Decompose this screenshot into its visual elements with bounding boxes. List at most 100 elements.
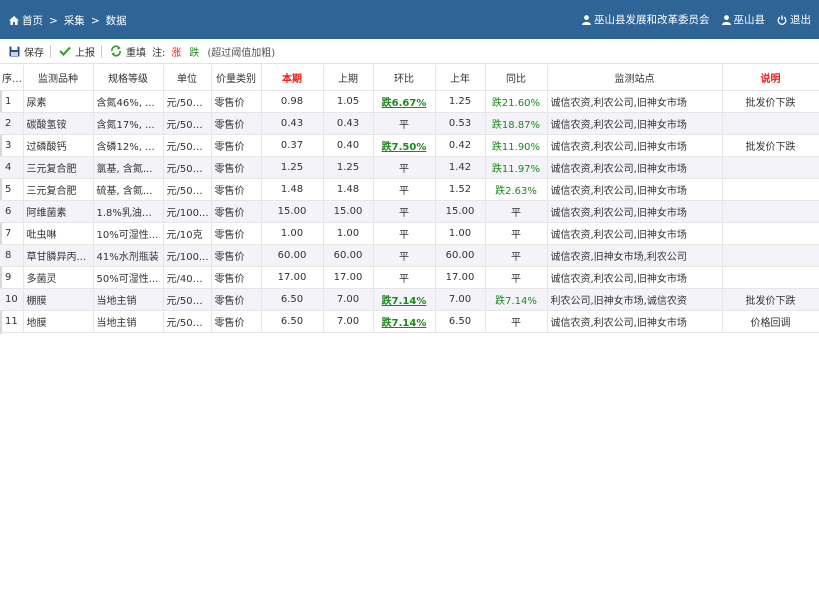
table-row[interactable]: 1 尿素 含氮46%, ... 元/500克 零售价 0.98 1.05 跌6.67% 1.25…	[0, 90, 819, 113]
logout-button[interactable]: 退出	[777, 12, 811, 27]
cell-current[interactable]: 17.00	[261, 266, 324, 289]
col-header-site: 监测站点	[547, 65, 723, 91]
table-body: 1 尿素 含氮46%, ... 元/500克 零售价 0.98 1.05 跌6.67% 1.25…	[0, 90, 819, 333]
table-row[interactable]: 4 三元复合肥 氯基, 含氮... 元/500克 零售价 1.25 1.25 平 1.42 跌11…	[0, 156, 819, 179]
cell-unit-text: 元/400克	[166, 273, 209, 285]
cell-unit: 元/500克	[163, 90, 212, 113]
cell-last-year-text: 6.50	[448, 315, 472, 327]
cell-current[interactable]: 60.00	[261, 244, 324, 267]
cell-no: 5	[0, 178, 24, 201]
table-row[interactable]: 3 过磷酸钙 含磷12%, ... 元/500克 零售价 0.37 0.40 跌7.50% 0.…	[0, 134, 819, 157]
cell-spec: 1.8%乳油瓶装	[93, 200, 164, 223]
cell-category: 零售价	[211, 266, 262, 289]
cell-current[interactable]: 0.98	[261, 90, 324, 113]
cell-current-text: 0.43	[280, 117, 304, 129]
cell-category: 零售价	[211, 200, 262, 223]
cell-spec: 硫基, 含氮...	[93, 178, 164, 201]
save-button[interactable]: 保存	[9, 44, 44, 59]
cell-yoy: 跌11.97%	[485, 156, 548, 179]
legend-hint: (超过阈值加粗)	[207, 47, 276, 59]
cell-name-text: 过磷酸钙	[26, 141, 67, 153]
cell-note[interactable]	[722, 266, 819, 289]
cell-no: 7	[0, 222, 24, 245]
county-user[interactable]: 巫山县	[721, 12, 765, 27]
cell-no-text: 7	[5, 227, 12, 239]
cell-site-text: 诚信农资,利农公司,旧神女市场	[550, 185, 687, 197]
legend-note: 注: 涨 跌 (超过阈值加粗)	[152, 44, 275, 59]
breadcrumb-collect[interactable]: 采集	[64, 13, 85, 28]
cell-previous: 0.40	[323, 134, 374, 157]
cell-no-text: 3	[5, 139, 12, 151]
cell-mom: 平	[373, 266, 436, 289]
cell-previous: 15.00	[323, 200, 374, 223]
cell-note[interactable]	[722, 156, 819, 179]
cell-name: 碳酸氢铵	[23, 112, 94, 135]
price-table: 序号 监测品种 规格等级 单位 价量类别 本期 上期 环比 上年 同比 监测站点…	[0, 65, 819, 333]
breadcrumb-home[interactable]: 首页	[22, 13, 43, 28]
cell-unit-text: 元/500克	[166, 185, 209, 197]
cell-note[interactable]	[722, 112, 819, 135]
cell-note[interactable]: 批发价下跌	[722, 288, 819, 311]
cell-current[interactable]: 1.25	[261, 156, 324, 179]
cell-note[interactable]	[722, 200, 819, 223]
user-icon	[721, 14, 731, 25]
org-user[interactable]: 巫山县发展和改革委员会	[582, 12, 710, 27]
cell-name: 阿维菌素	[23, 200, 94, 223]
cell-last-year: 6.50	[435, 310, 486, 333]
cell-note[interactable]: 批发价下跌	[722, 90, 819, 113]
legend-rise: 涨	[171, 47, 182, 59]
table-row[interactable]: 10 棚膜 当地主销 元/500克 零售价 6.50 7.00 跌7.14% 7.00 跌7.14…	[0, 288, 819, 311]
cell-site: 诚信农资,利农公司,旧神女市场	[547, 200, 723, 223]
cell-unit-text: 元/500克	[166, 317, 209, 329]
table-row[interactable]: 7 吡虫啉 10%可湿性... 元/10克 零售价 1.00 1.00 平 1.00 平 诚信农资,…	[0, 222, 819, 245]
submit-button[interactable]: 上报	[59, 44, 95, 59]
cell-current[interactable]: 15.00	[261, 200, 324, 223]
cell-yoy-text: 跌18.87%	[491, 119, 541, 131]
cell-note[interactable]: 价格回调	[722, 310, 819, 333]
cell-no: 3	[0, 134, 24, 157]
cell-name-text: 碳酸氢铵	[26, 119, 67, 131]
cell-current[interactable]: 1.48	[261, 178, 324, 201]
col-header-previous: 上期	[323, 65, 374, 91]
cell-current[interactable]: 0.37	[261, 134, 324, 157]
table-row[interactable]: 2 碳酸氢铵 含氮17%, ... 元/500克 零售价 0.43 0.43 平 0.53 跌18…	[0, 112, 819, 135]
cell-unit-text: 元/500克	[166, 97, 209, 109]
cell-last-year: 1.52	[435, 178, 486, 201]
cell-note[interactable]	[722, 244, 819, 267]
cell-last-year-text: 60.00	[445, 249, 475, 261]
cell-category: 零售价	[211, 156, 262, 179]
table-row[interactable]: 5 三元复合肥 硫基, 含氮... 元/500克 零售价 1.48 1.48 平 1.52 跌2.…	[0, 178, 819, 201]
refill-button[interactable]: 重填	[110, 44, 146, 59]
cell-name-text: 阿维菌素	[26, 207, 67, 219]
note-label: 注:	[152, 47, 166, 59]
table-row[interactable]: 9 多菌灵 50%可湿性... 元/400克 零售价 17.00 17.00 平 17.00 平 诚…	[0, 266, 819, 289]
table-row[interactable]: 11 地膜 当地主销 元/500克 零售价 6.50 7.00 跌7.14% 6.50 平 诚信农资…	[0, 310, 819, 333]
cell-note[interactable]: 批发价下跌	[722, 134, 819, 157]
cell-previous: 7.00	[323, 310, 374, 333]
cell-mom-text: 平	[399, 229, 409, 241]
cell-category: 零售价	[211, 134, 262, 157]
table-row[interactable]: 8 草甘膦异丙... 41%水剂瓶装 元/100... 零售价 60.00 60.00 平 60…	[0, 244, 819, 267]
table-row[interactable]: 6 阿维菌素 1.8%乳油瓶装 元/100... 零售价 15.00 15.00 平 15.00…	[0, 200, 819, 223]
cell-note[interactable]	[722, 178, 819, 201]
cell-no: 2	[0, 112, 24, 135]
cell-current[interactable]: 6.50	[261, 288, 324, 311]
cell-name-text: 多菌灵	[26, 273, 57, 285]
cell-category: 零售价	[211, 288, 262, 311]
user-icon	[582, 14, 591, 25]
breadcrumb-separator: >	[49, 14, 58, 27]
cell-current[interactable]: 0.43	[261, 112, 324, 135]
cell-name-text: 三元复合肥	[26, 185, 77, 197]
cell-yoy-text: 跌7.14%	[495, 295, 537, 307]
cell-no-text: 8	[5, 249, 12, 261]
cell-site: 诚信农资,利农公司,旧神女市场	[547, 156, 723, 179]
cell-current[interactable]: 1.00	[261, 222, 324, 245]
cell-note[interactable]	[722, 222, 819, 245]
org-name: 巫山县发展和改革委员会	[594, 14, 710, 26]
cell-site: 诚信农资,利农公司,旧神女市场	[547, 222, 723, 245]
cell-category-text: 零售价	[214, 163, 245, 175]
cell-mom: 平	[373, 112, 436, 135]
cell-current[interactable]: 6.50	[261, 310, 324, 333]
table-header: 序号 监测品种 规格等级 单位 价量类别 本期 上期 环比 上年 同比 监测站点…	[0, 65, 819, 91]
submit-label: 上报	[75, 47, 95, 59]
